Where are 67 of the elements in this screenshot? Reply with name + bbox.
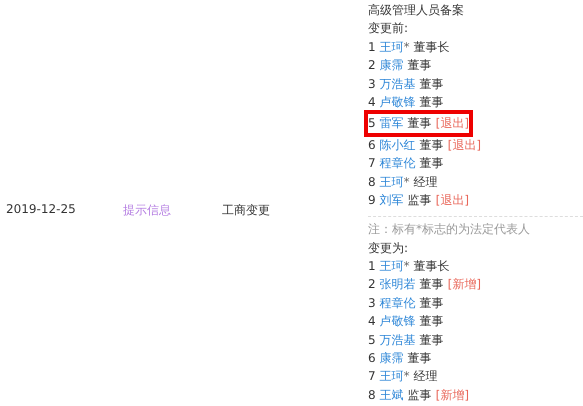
role-text: 经理 bbox=[414, 174, 438, 191]
status-tag: [退出] bbox=[436, 190, 470, 210]
item-number: 2 bbox=[368, 276, 376, 294]
status-tag: [新增] bbox=[436, 386, 470, 404]
legal-rep-mark: * bbox=[404, 258, 410, 276]
status-tag: [退出] bbox=[448, 136, 482, 154]
person-link[interactable]: 程章伦 bbox=[380, 294, 416, 312]
role-text: 董事 bbox=[420, 76, 444, 93]
role-text: 董事 bbox=[408, 57, 432, 74]
person-link[interactable]: 王斌 bbox=[380, 386, 404, 404]
role-text: 董事 bbox=[420, 136, 444, 154]
item-number: 2 bbox=[368, 57, 376, 74]
list-label: 变更为: bbox=[368, 240, 410, 257]
person-link[interactable]: 陈小红 bbox=[380, 136, 416, 154]
role-text: 董事长 bbox=[414, 258, 450, 276]
item-number: 4 bbox=[368, 313, 376, 330]
person-link[interactable]: 刘军 bbox=[380, 190, 404, 210]
person-link[interactable]: 万浩基 bbox=[380, 330, 416, 350]
person-link[interactable]: 万浩基 bbox=[380, 74, 416, 93]
item-number: 7 bbox=[368, 155, 376, 172]
status-tag: [退出] bbox=[436, 114, 470, 133]
item-number: 3 bbox=[368, 76, 376, 93]
role-text: 董事 bbox=[420, 94, 444, 111]
person-link[interactable]: 康霈 bbox=[380, 349, 404, 368]
item-number: 8 bbox=[368, 386, 376, 404]
role-text: 董事 bbox=[420, 294, 444, 312]
list-label: 变更前: bbox=[368, 20, 410, 38]
role-text: 监事 bbox=[408, 192, 432, 209]
role-text: 董事 bbox=[420, 155, 444, 172]
legal-rep-mark: * bbox=[404, 368, 410, 386]
date-cell-text: 2019-12-25 bbox=[6, 202, 77, 216]
item-number: 8 bbox=[368, 174, 376, 191]
person-link[interactable]: 张明若 bbox=[380, 275, 416, 294]
person-link[interactable]: 王珂 bbox=[380, 257, 404, 276]
item-number: 3 bbox=[368, 294, 376, 312]
role-text: 董事 bbox=[408, 350, 432, 368]
item-number: 5 bbox=[368, 115, 376, 132]
role-text: 董事 bbox=[420, 332, 444, 349]
item-number: 9 bbox=[368, 192, 376, 209]
status-tag: [新增] bbox=[448, 275, 482, 294]
item-number: 6 bbox=[368, 350, 376, 368]
change-type-cell: 工商变更 bbox=[222, 202, 270, 219]
section-title: 高级管理人员备案 bbox=[368, 2, 465, 19]
role-text: 董事 bbox=[420, 313, 444, 330]
note-text: 注：标有*标志的为法定代表人 bbox=[368, 221, 531, 238]
legal-rep-mark: * bbox=[404, 38, 410, 56]
item-number: 5 bbox=[368, 332, 376, 349]
person-link[interactable]: 卢敬锋 bbox=[380, 92, 416, 112]
person-link[interactable]: 程章伦 bbox=[380, 154, 416, 173]
person-link[interactable]: 王珂 bbox=[380, 172, 404, 191]
category-link[interactable]: 提示信息 bbox=[123, 202, 222, 219]
role-text: 监事 bbox=[408, 386, 432, 404]
item-number: 6 bbox=[368, 136, 376, 154]
role-text: 经理 bbox=[414, 368, 438, 386]
role-text: 董事 bbox=[408, 115, 432, 132]
item-number: 1 bbox=[368, 258, 376, 276]
item-number: 7 bbox=[368, 368, 376, 386]
role-text: 董事 bbox=[420, 276, 444, 294]
person-link[interactable]: 康霈 bbox=[380, 56, 404, 75]
item-number: 4 bbox=[368, 94, 376, 111]
item-number: 1 bbox=[368, 38, 376, 56]
person-link[interactable]: 卢敬锋 bbox=[380, 312, 416, 331]
legal-rep-mark: * bbox=[404, 174, 410, 191]
person-link[interactable]: 王珂 bbox=[380, 38, 404, 56]
person-link[interactable]: 王珂 bbox=[380, 367, 404, 386]
role-text: 董事长 bbox=[414, 38, 450, 56]
person-link[interactable]: 雷军 bbox=[380, 114, 404, 133]
